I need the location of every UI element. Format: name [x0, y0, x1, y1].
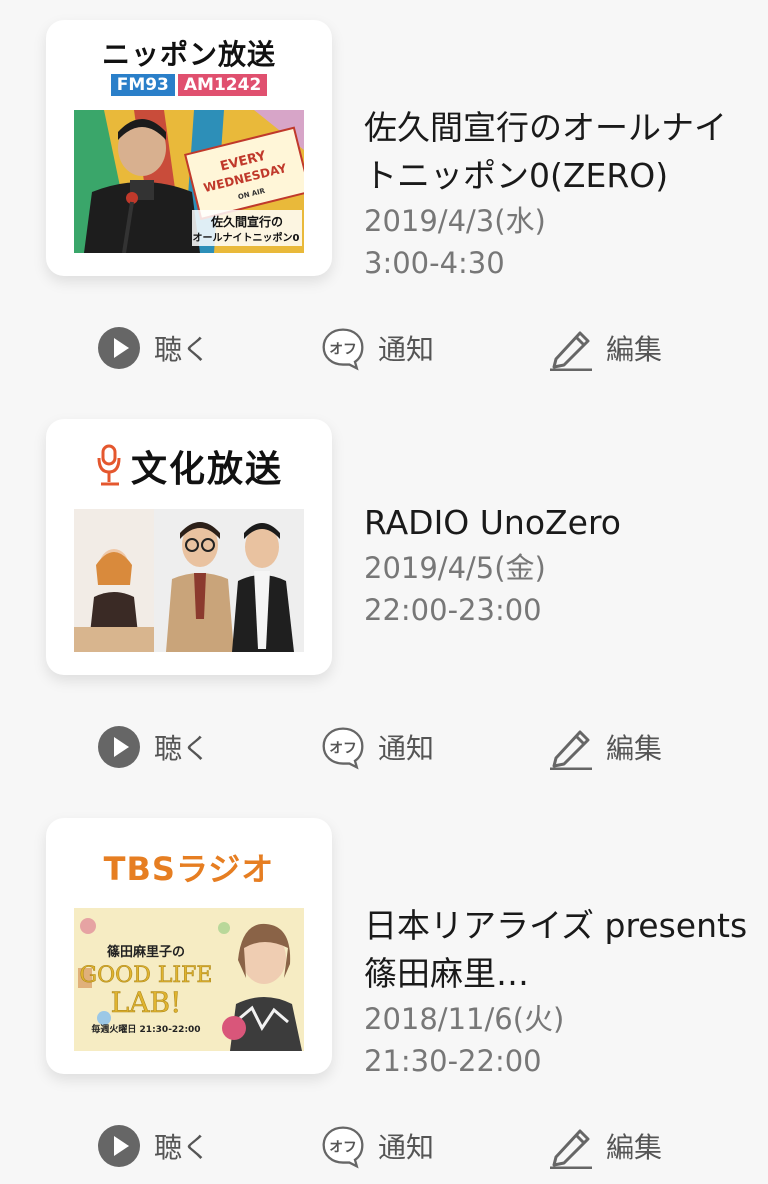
- station-name: ニッポン放送: [101, 38, 276, 71]
- thumb-title-2: オールナイトニッポン0: [193, 231, 300, 244]
- thumbnail-art: EVERY WEDNESDAY ON AIR 佐久間宣行の オールナイトニッポン…: [74, 110, 304, 253]
- notify-badge: オフ: [329, 342, 357, 358]
- pencil-icon: [550, 1129, 592, 1169]
- pencil-icon: [550, 730, 592, 770]
- program-thumbnail: [74, 509, 304, 652]
- program-time: 3:00-4:30: [364, 246, 505, 280]
- program-date: 2018/11/6(火): [364, 1002, 565, 1036]
- station-logo: 文化放送: [46, 441, 332, 491]
- listen-label: 聴く: [154, 732, 211, 765]
- play-icon: [98, 1125, 140, 1167]
- notify-badge: オフ: [329, 1140, 357, 1156]
- station-name: TBSラジオ: [103, 850, 275, 888]
- listen-button[interactable]: 聴く: [96, 1122, 210, 1170]
- program-title: 佐久間宣行のオールナイトニッポン0(ZERO): [364, 108, 727, 195]
- program-info: 日本リアライズ presents 篠田麻里… 2018/11/6(火) 21:3…: [364, 902, 754, 1082]
- program-item: ニッポン放送 FM93 AM1242 EVERY WEDNESDAY ON AI…: [0, 0, 768, 400]
- thumbnail-art: 篠田麻里子の GOOD LIFE LAB! 毎週火曜日 21:30-22:00: [74, 908, 304, 1051]
- microphone-logo-icon: [97, 444, 121, 486]
- program-card[interactable]: 文化放送: [46, 419, 332, 675]
- thumb-name: 篠田麻里子の: [107, 944, 185, 960]
- play-icon: [98, 726, 140, 768]
- listen-label: 聴く: [154, 1131, 211, 1164]
- action-bar: 聴く オフ 通知 編集: [0, 1098, 768, 1184]
- edit-label: 編集: [606, 732, 663, 765]
- action-bar: 聴く オフ 通知 編集: [0, 699, 768, 795]
- notification-off-icon: オフ: [322, 727, 364, 770]
- program-card[interactable]: TBSラジオ 篠田麻里子の GOOD LIFE LAB! 毎週火曜日 21:30…: [46, 818, 332, 1074]
- thumb-lab: LAB!: [111, 986, 182, 1019]
- program-list: ニッポン放送 FM93 AM1242 EVERY WEDNESDAY ON AI…: [0, 0, 768, 1184]
- thumbnail-art: [74, 509, 304, 652]
- program-thumbnail: EVERY WEDNESDAY ON AIR 佐久間宣行の オールナイトニッポン…: [74, 110, 304, 253]
- station-logo: ニッポン放送 FM93 AM1242: [46, 34, 332, 110]
- notify-label: 通知: [378, 732, 435, 765]
- notification-off-icon: オフ: [322, 1126, 364, 1169]
- listen-button[interactable]: 聴く: [96, 723, 210, 771]
- station-name: 文化放送: [130, 448, 283, 490]
- program-info: 佐久間宣行のオールナイトニッポン0(ZERO) 2019/4/3(水) 3:00…: [364, 104, 754, 284]
- edit-label: 編集: [606, 333, 663, 366]
- program-time: 21:30-22:00: [364, 1044, 542, 1078]
- station-am: AM1242: [177, 74, 268, 96]
- listen-label: 聴く: [154, 333, 211, 366]
- program-date: 2019/4/5(金): [364, 551, 546, 585]
- program-title: RADIO UnoZero: [364, 503, 621, 542]
- edit-button[interactable]: 編集: [548, 324, 662, 372]
- edit-button[interactable]: 編集: [548, 723, 662, 771]
- notification-off-icon: オフ: [322, 328, 364, 371]
- notify-button[interactable]: オフ 通知: [320, 1122, 434, 1170]
- edit-button[interactable]: 編集: [548, 1122, 662, 1170]
- thumb-title-1: 佐久間宣行の: [210, 214, 283, 229]
- notify-label: 通知: [378, 333, 435, 366]
- program-info: RADIO UnoZero 2019/4/5(金) 22:00-23:00: [364, 499, 754, 631]
- program-card[interactable]: ニッポン放送 FM93 AM1242 EVERY WEDNESDAY ON AI…: [46, 20, 332, 276]
- program-item: TBSラジオ 篠田麻里子の GOOD LIFE LAB! 毎週火曜日 21:30…: [0, 798, 768, 1184]
- action-bar: 聴く オフ 通知 編集: [0, 300, 768, 396]
- station-fm: FM93: [110, 74, 175, 96]
- program-thumbnail: 篠田麻里子の GOOD LIFE LAB! 毎週火曜日 21:30-22:00: [74, 908, 304, 1051]
- program-time: 22:00-23:00: [364, 593, 542, 627]
- play-icon: [98, 327, 140, 369]
- listen-button[interactable]: 聴く: [96, 324, 210, 372]
- program-date: 2019/4/3(水): [364, 204, 546, 238]
- notify-label: 通知: [378, 1131, 435, 1164]
- program-item: 文化放送 RADIO UnoZero 2019/4/5(金) 22:00-23:…: [0, 399, 768, 799]
- thumb-schedule: 毎週火曜日 21:30-22:00: [91, 1023, 200, 1035]
- edit-label: 編集: [606, 1131, 663, 1164]
- thumb-good-life: GOOD LIFE: [80, 963, 213, 988]
- station-logo: TBSラジオ: [46, 844, 332, 888]
- notify-button[interactable]: オフ 通知: [320, 723, 434, 771]
- notify-button[interactable]: オフ 通知: [320, 324, 434, 372]
- program-title: 日本リアライズ presents 篠田麻里…: [364, 906, 748, 993]
- notify-badge: オフ: [329, 741, 357, 757]
- pencil-icon: [550, 331, 592, 371]
